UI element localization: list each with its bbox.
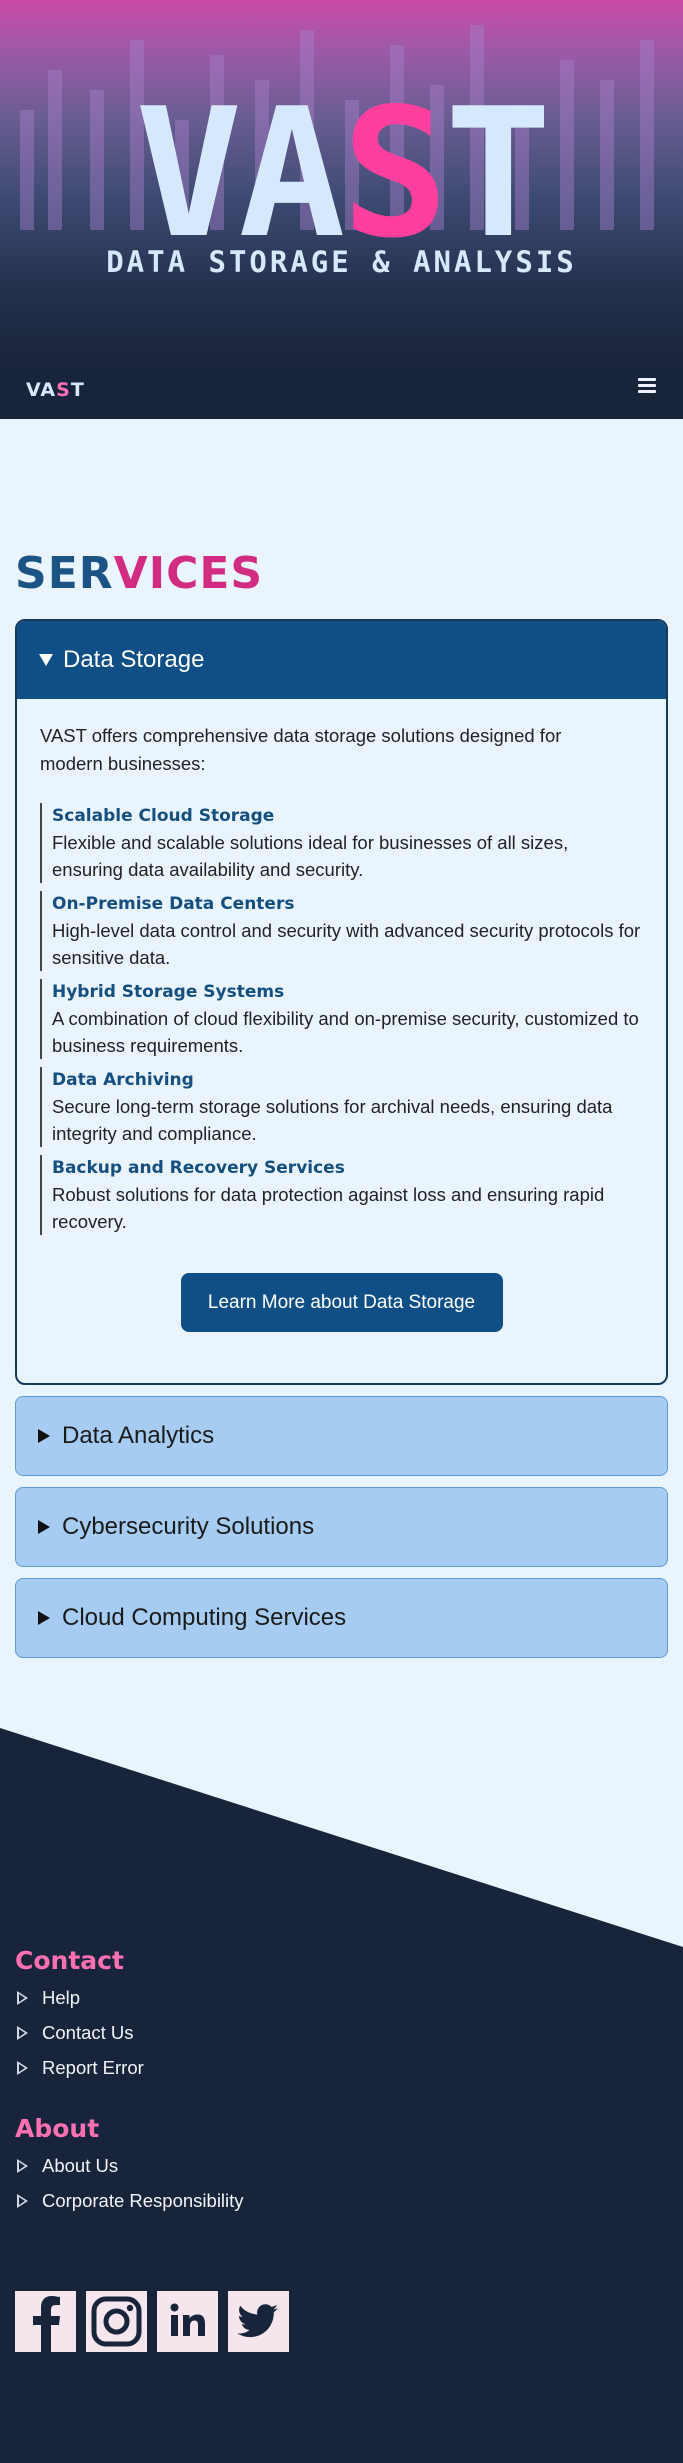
feature-description: A combination of cloud flexibility and o… bbox=[52, 1008, 639, 1056]
hero-subtitle: DATA STORAGE & ANALYSIS bbox=[106, 245, 577, 279]
feature-title: Data Archiving bbox=[52, 1070, 194, 1090]
feature-item: Backup and Recovery Services Robust solu… bbox=[40, 1155, 643, 1235]
feature-item: Data Archiving Secure long-term storage … bbox=[40, 1067, 643, 1147]
feature-item: Scalable Cloud Storage Flexible and scal… bbox=[40, 803, 643, 883]
facebook-icon[interactable] bbox=[15, 2291, 76, 2352]
footer-link-contact-us[interactable]: Contact Us bbox=[17, 2022, 134, 2044]
service-panel-header[interactable]: Data Storage bbox=[17, 621, 666, 699]
learn-more-button[interactable]: Learn More about Data Storage bbox=[180, 1273, 503, 1332]
navbar: VAST bbox=[0, 365, 683, 419]
caret-right-icon bbox=[38, 1611, 50, 1625]
footer-link-help[interactable]: Help bbox=[17, 1987, 80, 2009]
footer-link-label: Report Error bbox=[42, 2057, 144, 2078]
service-panel-title: Data Analytics bbox=[62, 1422, 215, 1449]
hero-title: VAST bbox=[0, 85, 683, 263]
caret-right-icon bbox=[17, 1991, 28, 2005]
footer-link-label: Corporate Responsibility bbox=[42, 2190, 244, 2211]
caret-right-icon bbox=[17, 2061, 28, 2075]
twitter-icon[interactable] bbox=[228, 2291, 289, 2352]
instagram-icon[interactable] bbox=[86, 2291, 147, 2352]
feature-list: Scalable Cloud Storage Flexible and scal… bbox=[40, 803, 643, 1235]
footer-link-label: Contact Us bbox=[42, 2022, 134, 2043]
service-intro: VAST offers comprehensive data storage s… bbox=[40, 725, 562, 774]
service-panel-cybersecurity[interactable]: Cybersecurity Solutions bbox=[15, 1487, 668, 1567]
caret-right-icon bbox=[38, 1520, 50, 1534]
service-panel-title: Cybersecurity Solutions bbox=[62, 1513, 315, 1540]
footer-link-about-us[interactable]: About Us bbox=[17, 2155, 118, 2177]
feature-description: Flexible and scalable solutions ideal fo… bbox=[52, 832, 569, 880]
services-title: SERVICES bbox=[15, 548, 263, 599]
footer-link-label: About Us bbox=[42, 2155, 119, 2176]
footer-link-report-error[interactable]: Report Error bbox=[17, 2057, 144, 2079]
service-panel-body: VAST offers comprehensive data storage s… bbox=[17, 699, 666, 1332]
caret-right-icon bbox=[17, 2026, 28, 2040]
service-panel-title: Data Storage bbox=[63, 646, 205, 673]
brand-logo[interactable]: VAST bbox=[26, 379, 85, 401]
feature-title: Backup and Recovery Services bbox=[52, 1158, 345, 1178]
feature-title: Scalable Cloud Storage bbox=[52, 806, 275, 826]
footer-link-label: Help bbox=[42, 1987, 81, 2008]
caret-right-icon bbox=[38, 1429, 50, 1443]
caret-right-icon bbox=[17, 2159, 28, 2173]
feature-description: Robust solutions for data protection aga… bbox=[52, 1184, 605, 1232]
brand-part: VA bbox=[26, 379, 57, 401]
service-panel-cloud-computing[interactable]: Cloud Computing Services bbox=[15, 1578, 668, 1658]
feature-description: High-level data control and security wit… bbox=[52, 920, 641, 968]
feature-description: Secure long-term storage solutions for a… bbox=[52, 1096, 613, 1144]
footer-contact-heading: Contact bbox=[15, 1946, 124, 1975]
hamburger-icon[interactable] bbox=[638, 378, 656, 394]
service-panel-data-storage: Data Storage VAST offers comprehensive d… bbox=[15, 619, 668, 1385]
service-panel-data-analytics[interactable]: Data Analytics bbox=[15, 1396, 668, 1476]
services-title-part: SER bbox=[15, 548, 114, 599]
brand-part: T bbox=[70, 379, 85, 401]
service-panel-title: Cloud Computing Services bbox=[62, 1604, 347, 1631]
feature-title: Hybrid Storage Systems bbox=[52, 982, 285, 1002]
linkedin-icon[interactable] bbox=[157, 2291, 218, 2352]
caret-right-icon bbox=[17, 2194, 28, 2208]
services-title-highlight: VICES bbox=[113, 548, 264, 599]
hero-banner: VAST DATA STORAGE & ANALYSIS bbox=[0, 0, 683, 365]
footer-about-heading: About bbox=[15, 2114, 100, 2143]
feature-title: On-Premise Data Centers bbox=[52, 894, 295, 914]
caret-down-icon bbox=[39, 654, 53, 666]
footer-link-corporate-responsibility[interactable]: Corporate Responsibility bbox=[17, 2190, 244, 2212]
brand-highlight: S bbox=[56, 379, 71, 401]
feature-item: On-Premise Data Centers High-level data … bbox=[40, 891, 643, 971]
feature-item: Hybrid Storage Systems A combination of … bbox=[40, 979, 643, 1059]
